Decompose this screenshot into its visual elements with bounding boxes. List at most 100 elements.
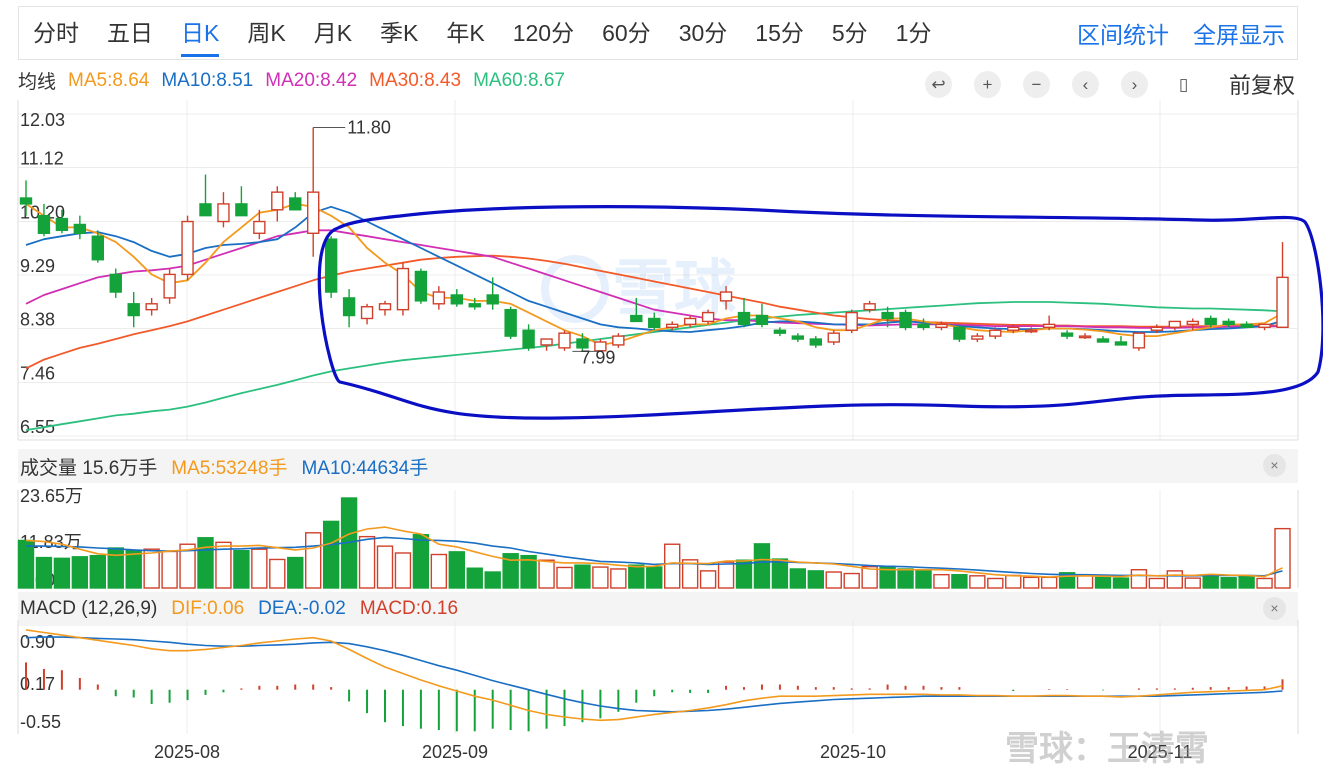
candle	[414, 268, 428, 304]
candle-body	[450, 294, 463, 305]
candle-body	[1024, 329, 1038, 333]
volume-bar	[1112, 577, 1130, 589]
candle	[324, 236, 338, 298]
volume-bar	[610, 568, 627, 589]
volume-bar	[538, 559, 555, 589]
volume-bar	[161, 550, 178, 589]
volume-bar	[484, 571, 501, 589]
candle-body	[899, 311, 912, 328]
volume-bar	[699, 570, 717, 589]
candle	[235, 186, 248, 217]
candle-body	[432, 291, 446, 305]
price-tick-label: 11.12	[20, 148, 64, 168]
candle-body	[468, 303, 481, 308]
candle-body	[360, 306, 374, 320]
candle	[1132, 332, 1146, 351]
candle	[845, 309, 858, 334]
candle-body	[971, 335, 984, 340]
volume-bar	[448, 551, 465, 589]
stock-chart[interactable]: 雪球12.0311.1210.209.298.387.466.5511.807.…	[0, 0, 1323, 783]
volume-bar	[251, 548, 268, 589]
volume-bar	[556, 566, 573, 589]
volume-bar	[592, 566, 609, 589]
high-price-label: 11.80	[347, 118, 391, 138]
candle-body	[827, 332, 840, 343]
volume-bar	[646, 566, 663, 589]
candle-body	[1258, 323, 1271, 328]
price-tick-label: 8.38	[20, 309, 55, 329]
volume-bar	[1094, 576, 1112, 589]
candle-body	[863, 303, 876, 311]
candle-body	[845, 311, 858, 331]
macd-tick-label: -0.55	[20, 712, 61, 732]
candle	[127, 292, 140, 328]
price-tick-label: 9.29	[20, 256, 55, 276]
volume-bar	[358, 535, 376, 589]
candle	[181, 215, 194, 281]
candle	[971, 333, 984, 342]
volume-bar	[1040, 576, 1058, 589]
date-tick-label: 2025-10	[820, 742, 886, 762]
candle-body	[809, 338, 822, 346]
candle-body	[199, 203, 212, 217]
candle-body	[163, 273, 176, 299]
candle	[1060, 330, 1074, 340]
candle-body	[755, 314, 769, 326]
volume-bar	[71, 556, 89, 589]
candle	[827, 330, 840, 345]
candle	[450, 289, 463, 307]
volume-bar	[717, 561, 735, 589]
low-price-label: 7.99	[580, 347, 615, 367]
candle-body	[1186, 320, 1199, 326]
volume-bar	[89, 554, 107, 589]
date-tick-label: 2025-09	[422, 742, 488, 762]
candle-body	[773, 329, 787, 334]
candle-body	[791, 335, 805, 340]
candle	[504, 306, 517, 340]
candle-body	[414, 270, 428, 302]
volume-bar	[753, 543, 771, 589]
candle	[899, 309, 912, 331]
candle-body	[253, 220, 266, 234]
candle-body	[1150, 326, 1164, 331]
volume-bar	[322, 520, 340, 589]
candle	[199, 174, 212, 217]
candle-body	[1132, 332, 1146, 349]
volume-bar	[107, 547, 124, 589]
candle-body	[1168, 320, 1182, 328]
volume-bar	[1130, 569, 1148, 589]
volume-bar	[287, 556, 304, 589]
candle	[1276, 242, 1289, 328]
volume-bar	[1166, 570, 1184, 589]
candle-body	[630, 314, 643, 323]
candle	[378, 300, 392, 316]
volume-bar	[789, 568, 807, 589]
volume-bar	[17, 539, 35, 589]
volume-bar	[1202, 573, 1219, 589]
candle-body	[1240, 323, 1253, 328]
candle-body	[719, 291, 733, 302]
volume-bar	[1148, 577, 1166, 589]
candle-body	[307, 191, 320, 234]
candle	[540, 338, 553, 351]
candle	[1096, 336, 1110, 343]
price-tick-label: 12.03	[20, 110, 65, 130]
candle	[1258, 323, 1271, 331]
volume-bar	[269, 558, 286, 589]
volume-bar	[1256, 577, 1273, 589]
candle	[737, 297, 751, 328]
candle-body	[701, 311, 715, 323]
date-tick-label: 2025-08	[154, 742, 220, 762]
candle	[145, 297, 158, 316]
candle-body	[127, 303, 140, 317]
candle-body	[1204, 317, 1217, 326]
candle-body	[109, 273, 122, 293]
volume-bar	[825, 571, 842, 589]
candle-body	[558, 332, 571, 349]
volume-bar	[143, 548, 160, 589]
volume-bar	[1274, 527, 1291, 589]
watermark-text: 雪球	[612, 252, 737, 325]
volume-bar	[807, 570, 824, 589]
volume-bar	[574, 564, 591, 589]
candle	[809, 336, 822, 348]
